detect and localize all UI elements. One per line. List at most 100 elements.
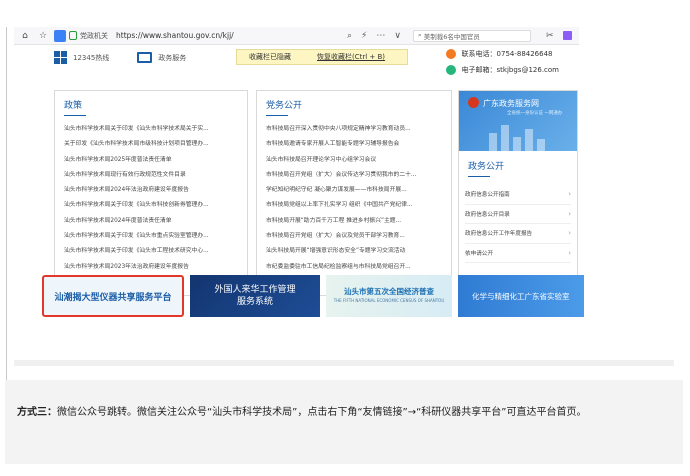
list-item[interactable]: 汕头市科学技术局关于印发《汕头市科技创新券管理办... (55, 198, 247, 213)
instrument-sharing-banner[interactable]: 汕潮揭大型仪器共享服务平台 (42, 275, 184, 317)
building-shape (501, 125, 509, 151)
site-badge[interactable]: 党政机关 (69, 31, 108, 41)
building-shape (513, 137, 521, 151)
census-banner[interactable]: 汕头市第五次全国经济普查 THE FIFTH NATIONAL ECONOMIC… (326, 275, 452, 317)
web-page: 12345热线 政务服务 收藏栏已隐藏 恢复收藏栏(Ctrl + B) 联系电话… (14, 45, 584, 330)
building-shape (537, 139, 545, 151)
list-item[interactable]: 汕头科技局开展“增强意识形态安全”专题学习交流活动 (257, 244, 451, 259)
building-shape (489, 133, 497, 151)
list-item[interactable]: 市纪委监委驻市工信局纪检监察组与市科技局党组召开... (257, 260, 451, 275)
monitor-icon (137, 52, 153, 63)
list-item[interactable]: 市科技局邀请专家开展人工智能专题学习辅导报告会 (257, 137, 451, 152)
gd-banner-title: 广东政务服务网 (483, 99, 539, 108)
list-item[interactable]: 汕头市科学技术局关于印发《汕头市科学技术局关于实... (55, 122, 247, 137)
search-icon[interactable]: ⌕ (347, 31, 352, 41)
gov-item-label: 政府信息公开指南 (465, 192, 510, 199)
chevron-right-icon: › (568, 229, 571, 238)
title-underline (266, 115, 288, 116)
caption-text: 微信公众号跳转。微信关注公众号“汕头市科学技术局”，点击右下角“友情链接”→“科… (57, 407, 587, 418)
grid-icon (54, 51, 67, 64)
service-row: 12345热线 政务服务 (54, 51, 214, 64)
list-item[interactable]: 汕头市科技局召开理论学习中心组学习会议 (257, 153, 451, 168)
scissors-icon[interactable]: ✂ (546, 31, 554, 41)
caption-lead: 方式三： (17, 407, 57, 418)
chevron-down-icon[interactable]: ∨ (394, 31, 401, 41)
search-placeholder: 美制裁6名中国官员 (423, 32, 480, 41)
browser-search-input[interactable]: ⌕ 美制裁6名中国官员 (412, 29, 531, 42)
gov-item-label: 依申请公开 (465, 250, 493, 257)
more-icon[interactable]: ⋯ (376, 31, 385, 41)
gov-service-label: 政务服务 (158, 53, 187, 62)
chevron-right-icon: › (568, 248, 571, 257)
foreigner-work-line1: 外国人来华工作管理 (214, 285, 296, 295)
list-item[interactable]: 汕头市科学技术局2024年度普法责任清单 (55, 214, 247, 229)
foreigner-work-banner[interactable]: 外国人来华工作管理 服务系统 (190, 275, 320, 317)
lock-icon (69, 31, 77, 40)
email-text[interactable]: 电子邮箱：stkjbgs@126.com (462, 65, 559, 75)
gov-open-title[interactable]: 政务公开 (468, 159, 577, 172)
contact-info: 联系电话：0754-88426648 电子邮箱：stkjbgs@126.com (445, 45, 559, 77)
list-item[interactable]: 汕头市科学技术局关于印发《汕头市重点实验室管理办... (55, 229, 247, 244)
instrument-sharing-label: 汕潮揭大型仪器共享服务平台 (54, 292, 172, 303)
party-affairs-list: 市科技局召开深入贯彻中央八项规定精神学习教育动员... 市科技局邀请专家开展人工… (257, 122, 451, 275)
lightning-icon[interactable]: ⚡ (361, 31, 367, 41)
site-badge-label: 党政机关 (80, 31, 108, 40)
list-item[interactable]: 市科技局召开党组（扩大）会议及党员干部学习教育... (257, 229, 451, 244)
hotline-link[interactable]: 12345热线 (54, 51, 109, 64)
profile-icon[interactable] (562, 31, 572, 40)
phone-icon (445, 49, 456, 59)
home-icon[interactable]: ⌂ (18, 29, 32, 43)
census-sub: THE FIFTH NATIONAL ECONOMIC CENSUS OF SH… (333, 298, 445, 303)
list-item[interactable]: 关于印发《汕头市科学技术局市级科技计划项目管理办... (55, 137, 247, 152)
gov-item[interactable]: 政府信息公开指南 › (465, 185, 571, 205)
list-item[interactable]: 汕头市科学技术局2025年度普法责任清单 (55, 153, 247, 168)
gov-item[interactable]: 依申请公开 › (465, 244, 571, 263)
list-item[interactable]: 汕头市科学技术局现行有效行政规范性文件目录 (55, 168, 247, 183)
title-underline (64, 115, 86, 116)
hotline-label: 12345热线 (73, 53, 110, 62)
gov-open-panel: 广东政务服务网 全省统一身份认证 一网通办 政务公开 政府信息公开指南 › 政府信… (458, 90, 578, 296)
guangdong-service-banner[interactable]: 广东政务服务网 全省统一身份认证 一网通办 (459, 91, 577, 151)
list-item[interactable]: 市科技局召开深入贯彻中央八项规定精神学习教育动员... (257, 122, 451, 137)
list-item[interactable]: 汕头市科学技术局关于印发《汕头市工程技术研究中心... (55, 244, 247, 259)
contact-phone: 联系电话：0754-88426648 (445, 47, 559, 61)
census-title: 汕头市第五次全国经济普查 (344, 287, 434, 296)
gov-item[interactable]: 政府信息公开目录 › (465, 205, 571, 224)
building-shape (525, 129, 533, 151)
chevron-right-icon: › (568, 190, 571, 199)
gd-logo-icon (468, 97, 479, 108)
instruction-caption: 方式三：微信公众号跳转。微信关注公众号“汕头市科学技术局”，点击右下角“友情链接… (5, 380, 683, 464)
extension-icon[interactable] (54, 29, 66, 42)
browser-toolbar: ⌂ ☆ 党政机关 https://www.shantou.gov.cn/kjj/… (14, 27, 579, 45)
mail-icon (445, 65, 456, 75)
gov-item-label: 政府信息公开目录 (465, 211, 510, 218)
link-banners: 汕潮揭大型仪器共享服务平台 外国人来华工作管理 服务系统 汕头市第五次全国经济普… (42, 275, 590, 325)
chevron-right-icon: › (568, 209, 571, 218)
list-item[interactable]: 学纪知纪明纪守纪 凝心聚力谋发展——市科技局开展... (257, 183, 451, 198)
party-affairs-panel: 党务公开 市科技局召开深入贯彻中央八项规定精神学习教育动员... 市科技局邀请专… (256, 90, 452, 296)
restore-bookmark-link[interactable]: 恢复收藏栏(Ctrl + B) (317, 52, 385, 62)
phone-text: 联系电话：0754-88426648 (461, 50, 553, 58)
gd-banner-sub: 全省统一身份认证 一网通办 (507, 111, 563, 116)
list-item[interactable]: 市科技局开展“助力百千万工程 推进乡村振兴”主题... (257, 214, 451, 229)
tooltip-text: 收藏栏已隐藏 (249, 53, 291, 61)
left-scroll-track (6, 27, 7, 380)
policy-panel-title[interactable]: 政策 (64, 98, 247, 111)
chem-lab-banner[interactable]: 化学与精细化工广东省实验室 (458, 275, 584, 317)
chem-lab-label: 化学与精细化工广东省实验室 (472, 291, 570, 301)
party-affairs-title[interactable]: 党务公开 (266, 98, 451, 111)
list-item[interactable]: 市科技局党组以上率下扎实学习 组织《中国共产党纪律... (257, 198, 451, 213)
bookmark-bar-tooltip: 收藏栏已隐藏 恢复收藏栏(Ctrl + B) (236, 49, 408, 65)
gov-service-link[interactable]: 政务服务 (137, 52, 186, 63)
list-item[interactable]: 汕头市科学技术局2023年法治政府建设年度报告 (55, 260, 247, 275)
foreigner-work-line2: 服务系统 (236, 297, 273, 307)
policy-list: 汕头市科学技术局关于印发《汕头市科学技术局关于实... 关于印发《汕头市科学技术… (55, 122, 247, 275)
star-icon[interactable]: ☆ (36, 29, 50, 43)
address-bar[interactable]: https://www.shantou.gov.cn/kjj/ (116, 31, 338, 40)
list-item[interactable]: 汕头市科学技术局2024年法治政府建设年度报告 (55, 183, 247, 198)
list-item[interactable]: 市科技局召开党组（扩大）会议传达学习贯彻我市的二十... (257, 168, 451, 183)
gov-item-label: 政府信息公开工作年度报告 (465, 231, 533, 238)
contact-email: 电子邮箱：stkjbgs@126.com (445, 63, 559, 77)
horizontal-scrollbar[interactable] (14, 360, 674, 366)
gov-item[interactable]: 政府信息公开工作年度报告 › (465, 224, 571, 244)
